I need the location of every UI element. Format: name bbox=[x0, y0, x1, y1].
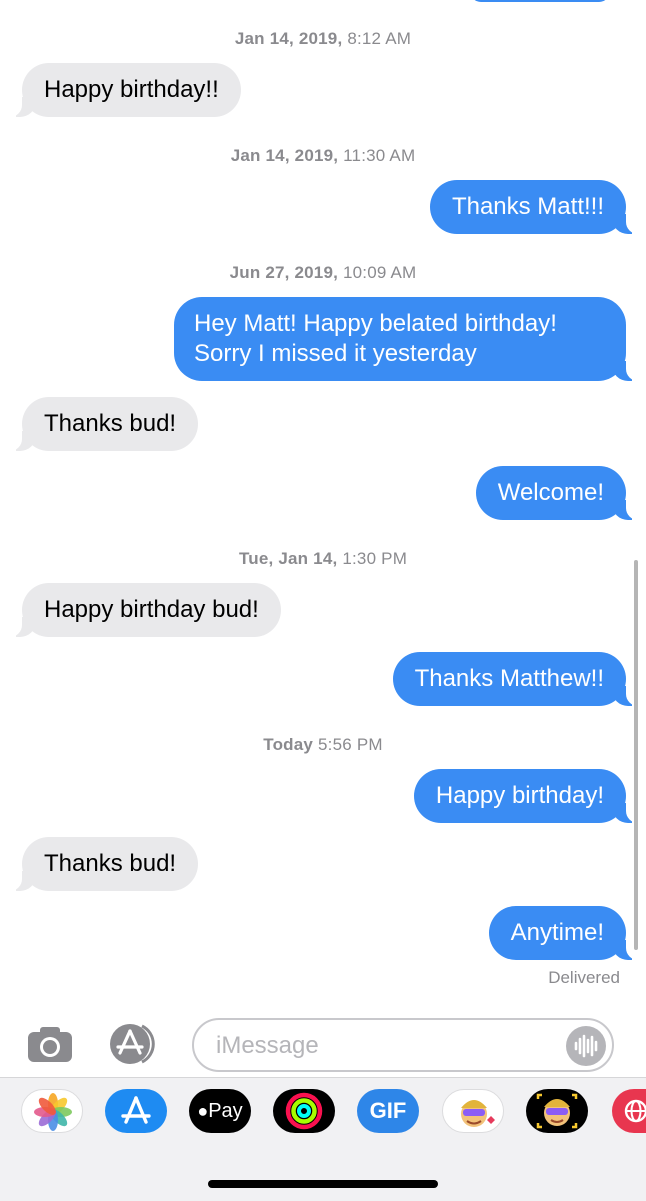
home-indicator[interactable] bbox=[208, 1180, 438, 1188]
app-store-app-icon[interactable] bbox=[105, 1089, 167, 1133]
memoji-stickers-app-icon[interactable] bbox=[442, 1089, 504, 1133]
outgoing-message-bubble[interactable]: Anytime! bbox=[488, 906, 645, 960]
incoming-message-bubble[interactable]: Thanks bud! bbox=[3, 837, 199, 891]
timestamp: Today 5:56 PM bbox=[263, 735, 383, 754]
camera-icon[interactable] bbox=[26, 1025, 74, 1063]
timestamp: Jan 14, 2019, 11:30 AM bbox=[230, 146, 416, 165]
outgoing-message-bubble[interactable]: Thanks Matthew!! bbox=[392, 652, 645, 706]
outgoing-message-bubble[interactable]: Thanks Matt!!! bbox=[429, 180, 645, 234]
memoji-app-icon[interactable] bbox=[526, 1089, 588, 1133]
timestamp: Tue, Jan 14, 1:30 PM bbox=[238, 549, 408, 568]
apple-logo-icon: ● bbox=[197, 1101, 209, 1121]
apple-pay-app-icon[interactable]: ●Pay bbox=[189, 1089, 251, 1133]
incoming-message-bubble[interactable]: Thanks bud! bbox=[3, 397, 199, 451]
app-store-icon[interactable] bbox=[108, 1023, 164, 1065]
gif-label: GIF bbox=[369, 1098, 407, 1123]
outgoing-message-bubble[interactable]: Welcome! bbox=[475, 466, 645, 520]
scrollbar[interactable] bbox=[634, 560, 638, 950]
timestamp: Jan 14, 2019, 8:12 AM bbox=[234, 29, 412, 48]
outgoing-message-bubble[interactable]: Hey Matt! Happy belated birthday! Sorry … bbox=[174, 297, 644, 381]
incoming-message-bubble[interactable]: Happy birthday!! bbox=[4, 63, 241, 117]
message-input[interactable] bbox=[214, 1028, 558, 1064]
outgoing-message-bubble[interactable]: Happy birthday! bbox=[413, 769, 645, 823]
previous-outgoing-bubble-edge bbox=[470, 0, 610, 2]
message-input-container[interactable] bbox=[192, 1018, 614, 1072]
audio-waveform-icon[interactable] bbox=[566, 1026, 606, 1066]
apple-pay-label: Pay bbox=[208, 1100, 243, 1122]
delivery-status: Delivered bbox=[548, 968, 620, 987]
photos-app-icon[interactable] bbox=[21, 1089, 83, 1133]
incoming-message-bubble[interactable]: Happy birthday bud! bbox=[4, 583, 281, 637]
timestamp: Jun 27, 2019, 10:09 AM bbox=[229, 263, 417, 282]
activity-app-icon[interactable] bbox=[273, 1089, 335, 1133]
gif-app-icon[interactable]: GIF bbox=[357, 1089, 419, 1133]
